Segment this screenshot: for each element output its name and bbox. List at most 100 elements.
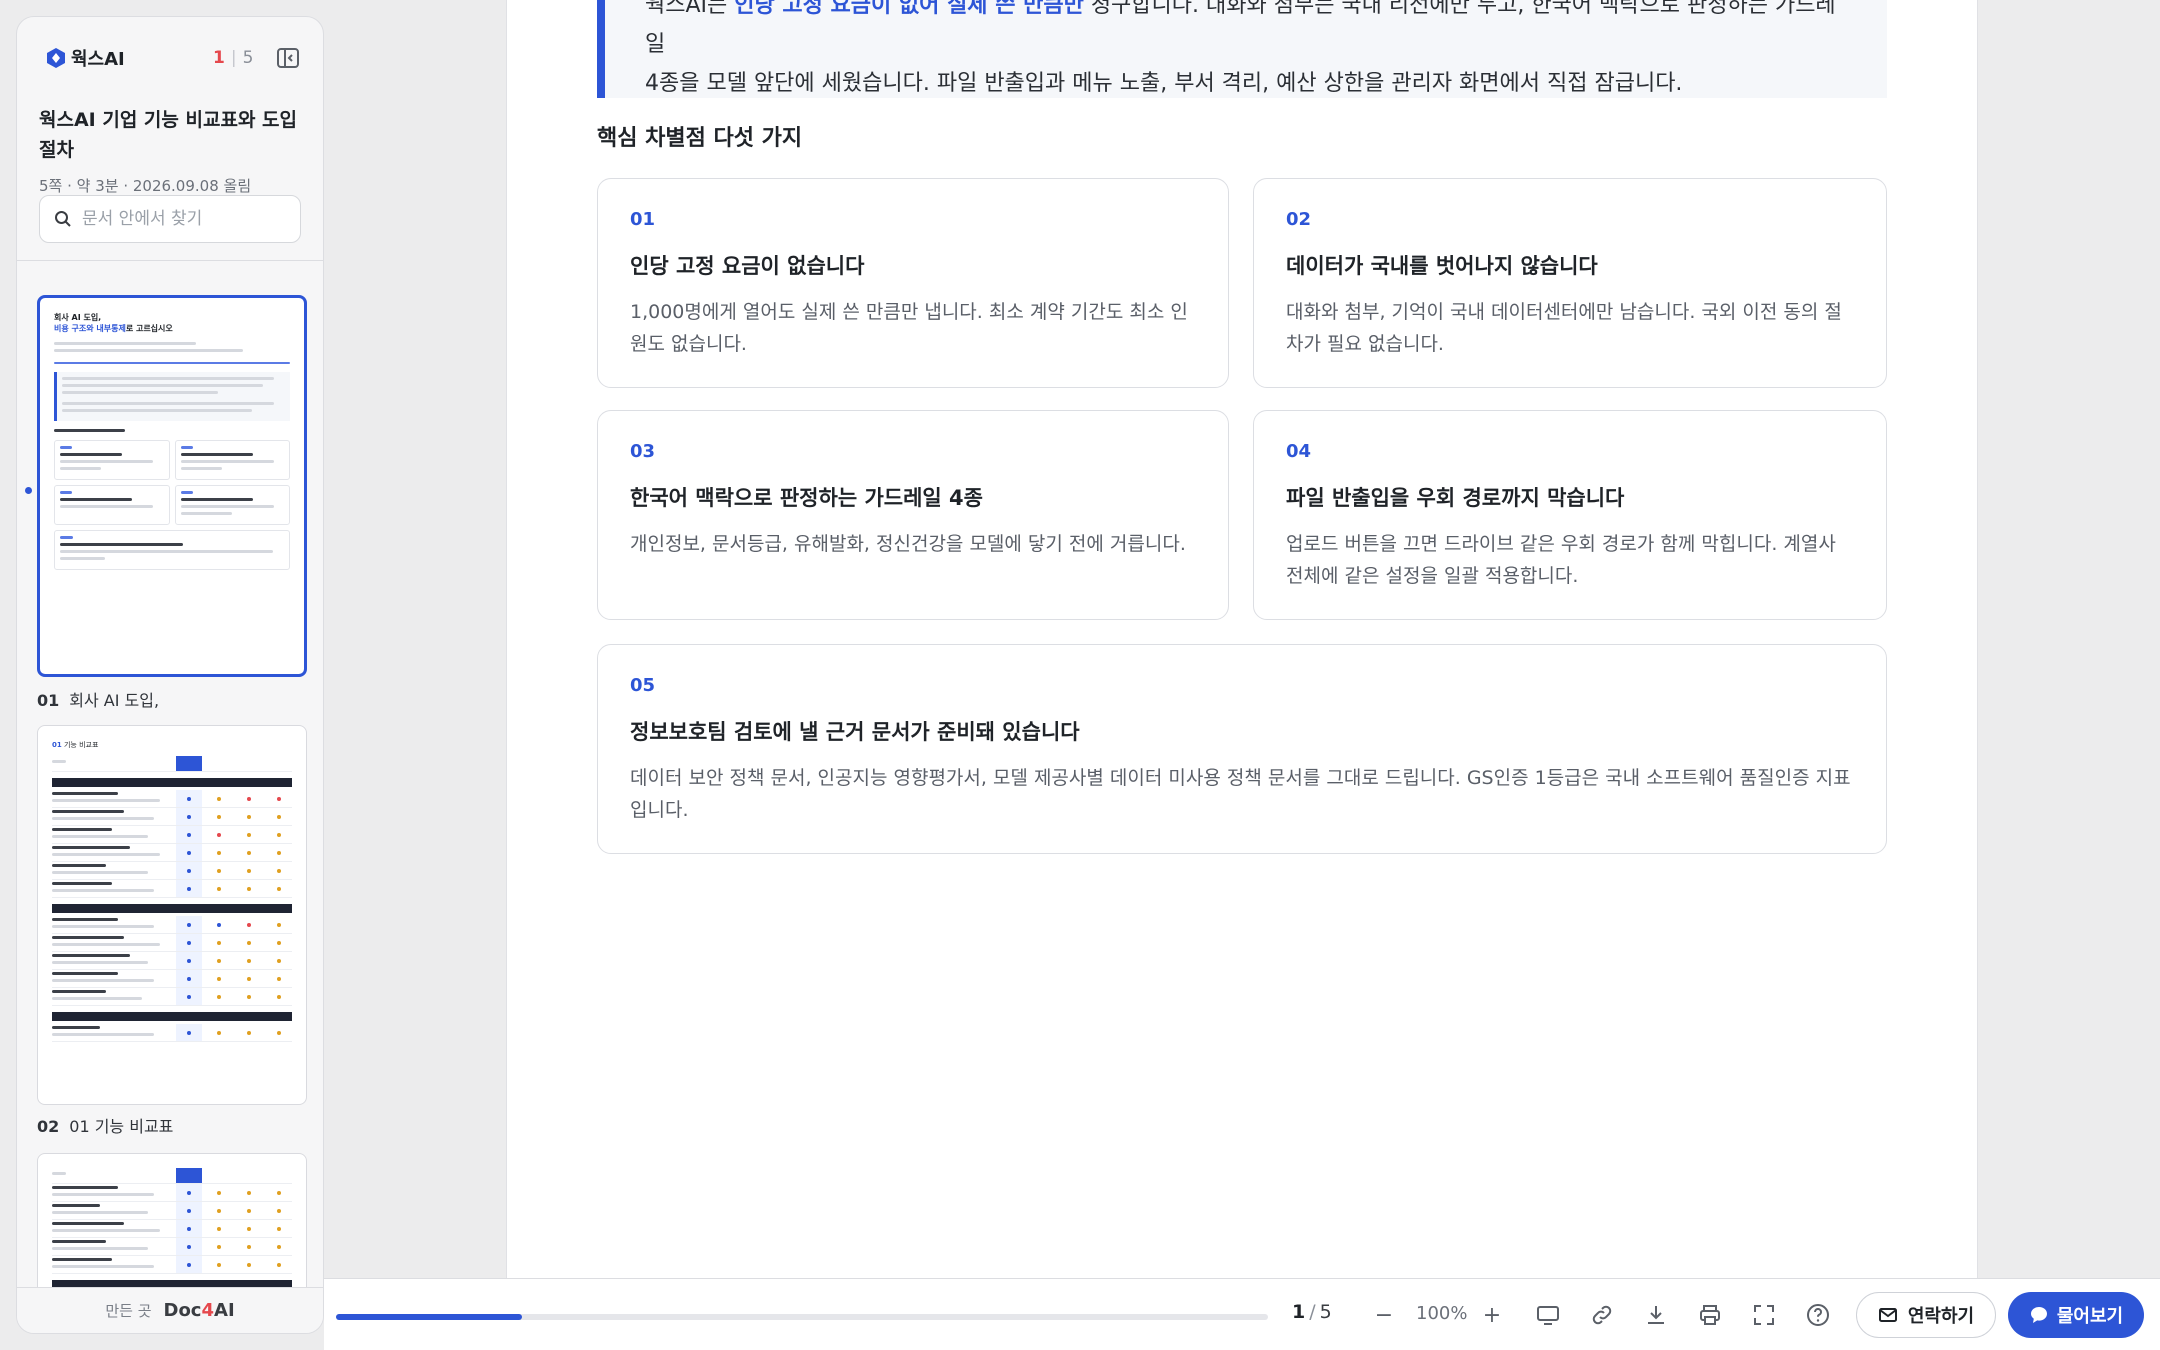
feature-card-title: 인당 고정 요금이 없습니다 [630, 254, 865, 278]
ask-button[interactable]: 물어보기 [2008, 1292, 2144, 1338]
printer-icon [1700, 1305, 1720, 1325]
sidebar: 웍스AI 1 | 5 웍스AI 기업 기능 비교표와 도입 절차 5쪽 · 약 3분… [16, 16, 324, 1334]
feature-card-3: 03 한국어 맥락으로 판정하는 가드레일 4종 개인정보, 문서등급, 유해발… [597, 410, 1229, 620]
thumbnail-preview: 회사 AI 도입, 비용 구조와 내부통제로 고르십시오 [40, 298, 304, 674]
page-thumbnail-3[interactable] [37, 1153, 307, 1289]
thumbnail-title-highlight: 비용 구조와 내부통제 [54, 324, 126, 333]
page-thumbnail-1[interactable]: 회사 AI 도입, 비용 구조와 내부통제로 고르십시오 [37, 295, 307, 677]
page-counter-separator: / [1309, 1301, 1316, 1323]
thumbnail-preview: 01 기능 비교표 [38, 726, 306, 1104]
page-counter: 1/5 [1292, 1301, 1332, 1323]
thumbnail-caption: 01 기능 비교표 [69, 1117, 174, 1136]
feature-card-body: 업로드 버튼을 끄면 드라이브 같은 우회 경로가 함께 막힙니다. 계열사 전… [1286, 533, 1836, 587]
feature-card-1: 01 인당 고정 요금이 없습니다 1,000명에게 열어도 실제 쓴 만큼만 … [597, 178, 1229, 388]
page-counter-total: 5 [1319, 1301, 1332, 1323]
brand-name: 웍스AI [71, 49, 125, 70]
zoom-in-button[interactable]: + [1474, 1297, 1510, 1333]
feature-card-number: 02 [1286, 209, 1312, 230]
callout-highlight: 인당 고정 요금이 없어 실제 쓴 만큼만 [734, 0, 1084, 18]
zoom-level: 100% [1416, 1303, 1468, 1324]
contact-button[interactable]: 연락하기 [1856, 1292, 1996, 1338]
document-search[interactable] [39, 195, 301, 243]
thumbnail-number: 01 [37, 691, 60, 710]
document-title: 웍스AI 기업 기능 비교표와 도입 절차 [39, 109, 297, 161]
feature-card-number: 04 [1286, 441, 1312, 462]
search-icon [55, 211, 71, 227]
feature-card-body: 데이터 보안 정책 문서, 인공지능 영향평가서, 모델 제공사별 데이터 미사… [630, 767, 1851, 821]
callout-text-lead: 웍스AI는 [645, 0, 735, 18]
thumbnail-heading-number: 01 [52, 741, 62, 749]
feature-card-body: 개인정보, 문서등급, 유해발화, 정신건강을 모델에 닿기 전에 거릅니다. [630, 533, 1186, 555]
mail-icon [1878, 1308, 1897, 1322]
thumbnail-label-1[interactable]: 01 회사 AI 도입, [37, 687, 159, 711]
document-page: 웍스AI는 인당 고정 요금이 없어 실제 쓴 만큼만 청구합니다. 대화와 첨… [506, 0, 1978, 1278]
feature-card-title: 파일 반출입을 우회 경로까지 막습니다 [1286, 486, 1625, 510]
page-thumbnail-2[interactable]: 01 기능 비교표 [37, 725, 307, 1105]
page-indicator-current: 1 [213, 48, 225, 68]
brand-logo-icon [47, 48, 65, 68]
copy-link-button[interactable] [1584, 1297, 1620, 1333]
reading-progress-bar[interactable] [336, 1314, 1268, 1320]
link-icon [1592, 1305, 1612, 1325]
chat-bubble-icon [2030, 1307, 2047, 1323]
help-icon [1807, 1304, 1829, 1326]
doc4ai-logo[interactable]: Doc4AI [164, 1300, 235, 1321]
fullscreen-icon [1754, 1305, 1774, 1325]
callout-text: 웍스AI는 인당 고정 요금이 없어 실제 쓴 만큼만 청구합니다. 대화와 첨… [645, 0, 1847, 103]
fullscreen-button[interactable] [1746, 1297, 1782, 1333]
active-page-dot [25, 487, 32, 494]
page-indicator: 1 | 5 [213, 48, 253, 68]
contact-button-label: 연락하기 [1907, 1306, 1975, 1327]
feature-card-number: 05 [630, 675, 656, 696]
thumbnail-preview [38, 1154, 306, 1289]
thumbnail-label-2[interactable]: 02 01 기능 비교표 [37, 1113, 173, 1137]
doc4ai-logo-part-b: 4 [201, 1300, 215, 1321]
brand[interactable]: 웍스AI [45, 45, 125, 71]
summary-callout: 웍스AI는 인당 고정 요금이 없어 실제 쓴 만큼만 청구합니다. 대화와 첨… [597, 0, 1887, 98]
made-by-label: 만든 곳 [105, 1302, 152, 1320]
thumbnail-heading-text: 기능 비교표 [63, 741, 99, 749]
feature-card-5: 05 정보보호팀 검토에 낼 근거 문서가 준비돼 있습니다 데이터 보안 정책… [597, 644, 1887, 854]
minus-icon: − [1374, 1302, 1394, 1328]
feature-card-4: 04 파일 반출입을 우회 경로까지 막습니다 업로드 버튼을 끄면 드라이브 … [1253, 410, 1887, 620]
plus-icon: + [1482, 1302, 1502, 1328]
callout-text-line-2: 4종을 모델 앞단에 세웠습니다. 파일 반출입과 메뉴 노출, 부서 격리, … [645, 71, 1683, 96]
collapse-sidebar-button[interactable] [275, 45, 301, 71]
document-viewer[interactable]: 웍스AI는 인당 고정 요금이 없어 실제 쓴 만큼만 청구합니다. 대화와 첨… [324, 0, 2160, 1278]
thumbnail-caption: 회사 AI 도입, [69, 691, 160, 710]
page-thumbnail-list[interactable]: 회사 AI 도입, 비용 구조와 내부통제로 고르십시오 01 회사 AI 도입… [17, 261, 323, 1289]
thumbnail-title-suffix: 로 고르십시오 [125, 324, 173, 333]
print-button[interactable] [1692, 1297, 1728, 1333]
thumbnail-title-line-1: 회사 AI 도입, [54, 313, 102, 322]
search-input[interactable] [82, 209, 292, 229]
sidebar-panel-icon [277, 48, 299, 68]
sidebar-footer: 만든 곳 Doc4AI [17, 1287, 323, 1333]
doc4ai-logo-part-c: AI [214, 1300, 235, 1321]
sidebar-header: 웍스AI 1 | 5 웍스AI 기업 기능 비교표와 도입 절차 5쪽 · 약 3분… [17, 17, 323, 261]
feature-card-number: 03 [630, 441, 656, 462]
page-indicator-divider: | [230, 48, 237, 68]
reading-progress-fill [336, 1314, 523, 1320]
thumbnail-title-line-2: 비용 구조와 내부통제로 고르십시오 [54, 323, 290, 334]
page-counter-current: 1 [1292, 1301, 1306, 1323]
feature-card-title: 정보보호팀 검토에 낼 근거 문서가 준비돼 있습니다 [630, 720, 1080, 744]
section-title: 핵심 차별점 다섯 가지 [597, 126, 803, 151]
thumbnail-number: 02 [37, 1117, 60, 1136]
feature-card-2: 02 데이터가 국내를 벗어나지 않습니다 대화와 첨부, 기억이 국내 데이터… [1253, 178, 1887, 388]
feature-card-body: 대화와 첨부, 기억이 국내 데이터센터에만 남습니다. 국외 이전 동의 절차… [1286, 301, 1842, 355]
download-button[interactable] [1638, 1297, 1674, 1333]
thumbnail-heading: 01 기능 비교표 [52, 740, 292, 750]
feature-card-body: 1,000명에게 열어도 실제 쓴 만큼만 냅니다. 최소 계약 기간도 최소 … [630, 301, 1188, 355]
zoom-out-button[interactable]: − [1366, 1297, 1402, 1333]
bottom-toolbar: 1/5 − 100% + 연락하기 물어보기 [324, 1278, 2160, 1350]
page-indicator-total: 5 [242, 48, 254, 68]
feature-card-number: 01 [630, 209, 656, 230]
document-meta: 5쪽 · 약 3분 · 2026.09.08 올림 [39, 177, 252, 195]
feature-card-title: 데이터가 국내를 벗어나지 않습니다 [1286, 254, 1598, 278]
help-button[interactable] [1800, 1297, 1836, 1333]
doc4ai-logo-part-a: Doc [163, 1300, 202, 1321]
monitor-icon [1537, 1306, 1559, 1325]
feature-card-title: 한국어 맥락으로 판정하는 가드레일 4종 [630, 486, 983, 510]
download-icon [1648, 1306, 1664, 1324]
presentation-button[interactable] [1530, 1297, 1566, 1333]
